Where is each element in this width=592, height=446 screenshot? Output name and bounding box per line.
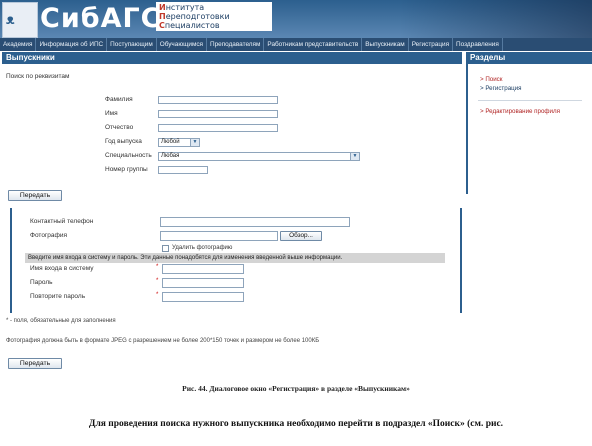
grad-year-value: Любой [161,139,180,145]
photo-format-note: Фотография должна быть в формате JPEG с … [6,338,320,344]
nav-item-ips-info[interactable]: Информация об ИПС [36,38,108,51]
nav-item-representatives[interactable]: Работникам представительств [264,38,363,51]
password-label: Пароль [30,279,53,286]
group-input[interactable] [158,166,208,174]
figure-caption: Рис. 44. Диалоговое окно «Регистрация» в… [182,384,410,393]
specialty-select[interactable]: Любая ▼ [158,152,360,161]
nav-item-congratulations[interactable]: Поздравления [453,38,503,51]
phone-label: Контактный телефон [30,218,94,225]
specialty-value: Любая [161,153,180,159]
grad-year-label: Год выпуска [105,138,142,145]
search-submit-button[interactable]: Передать [8,190,62,201]
brand-name[interactable]: СибАГС [40,3,162,34]
header-photo-decoration [400,0,592,38]
sidebar: > Поиск > Регистрация > Редактирование п… [466,64,592,194]
patronymic-input[interactable] [158,124,278,132]
nav-item-applicants[interactable]: Поступающим [107,38,157,51]
browse-button[interactable]: Обзор... [280,231,322,241]
sidebar-link-edit-profile[interactable]: > Редактирование профиля [480,108,560,115]
required-mark: * [156,278,159,284]
logo-emblem: ᴥ [6,12,15,28]
sidebar-link-search[interactable]: > Поиск [480,76,502,83]
tagline-line-3: Специалистов [159,21,220,30]
nav-item-registration[interactable]: Регистрация [409,38,454,51]
nav-item-teachers[interactable]: Преподавателям [207,38,265,51]
login-label: Имя входа в систему [30,265,94,272]
form-right-border [460,208,462,313]
login-input[interactable] [162,264,244,274]
password-input[interactable] [162,278,244,288]
nav-item-graduates[interactable]: Выпускникам [362,38,409,51]
specialty-label: Специальность [105,152,152,159]
search-heading: Поиск по реквизитам [6,73,70,80]
delete-photo-checkbox[interactable] [162,245,169,252]
sidebar-divider [478,100,582,101]
delete-photo-label: Удалить фотографию [172,245,233,251]
name-label: Имя [105,110,118,117]
name-input[interactable] [158,110,278,118]
chevron-down-icon[interactable]: ▼ [190,139,199,146]
sidebar-title: Разделы [466,52,592,64]
main-nav: Академия Информация об ИПС Поступающим О… [0,38,592,51]
credentials-info-bar: Введите имя входа в систему и пароль. Эт… [25,253,445,263]
grad-year-select[interactable]: Любой ▼ [158,138,200,147]
tagline-line-2: Переподготовки [159,12,230,21]
page-title: Выпускники [2,52,462,64]
repeat-password-label: Повторите пароль [30,293,86,300]
repeat-password-input[interactable] [162,292,244,302]
nav-item-students[interactable]: Обучающимся [157,38,207,51]
brand-tagline: Института Переподготовки Специалистов [156,2,272,31]
document-paragraph: Для проведения поиска нужного выпускника… [88,419,504,429]
form-left-border [10,208,12,313]
photo-label: Фотография [30,232,68,239]
photo-path-input[interactable] [160,231,278,241]
surname-input[interactable] [158,96,278,104]
chevron-down-icon[interactable]: ▼ [350,153,359,160]
tagline-line-1: Института [159,3,205,12]
patronymic-label: Отчество [105,124,134,131]
sidebar-link-registration[interactable]: > Регистрация [480,85,522,92]
register-submit-button[interactable]: Передать [8,358,62,369]
nav-item-academy[interactable]: Академия [0,38,37,51]
surname-label: Фамилия [105,96,133,103]
required-fields-note: * - поля, обязательные для заполнения [6,318,116,324]
required-mark: * [156,264,159,270]
phone-input[interactable] [160,217,350,227]
group-label: Номер группы [105,166,148,173]
required-mark: * [156,292,159,298]
logo-icon[interactable]: ᴥ [2,2,38,38]
